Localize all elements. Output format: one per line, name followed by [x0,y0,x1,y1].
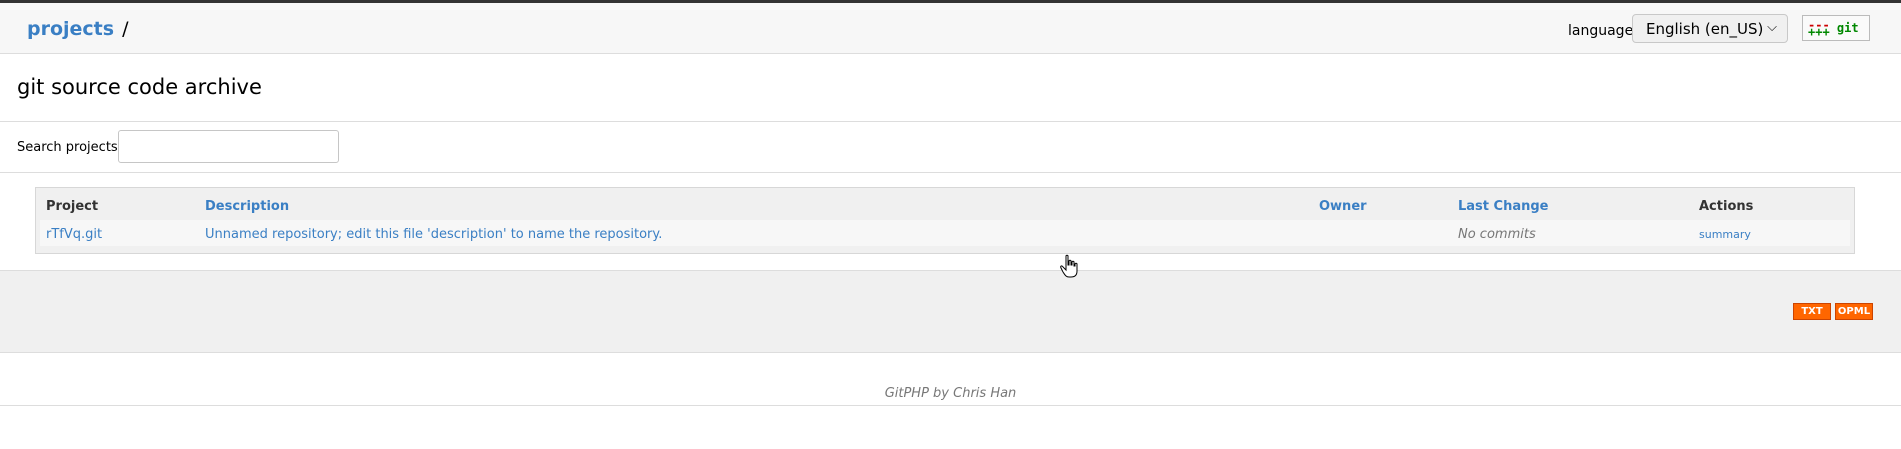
header-owner[interactable]: Owner [1319,199,1367,214]
language-select-value: English (en_US) [1646,20,1764,38]
search-input[interactable] [118,130,339,163]
git-word: git [1836,21,1859,35]
language-label: language: [1568,23,1638,39]
header-last-change[interactable]: Last Change [1458,199,1548,214]
divider [0,172,1901,173]
description-link[interactable]: Unnamed repository; edit this file 'desc… [205,227,662,242]
footer-band: TXT OPML [0,270,1901,353]
project-link[interactable]: rTfVq.git [46,227,102,242]
hand-cursor-icon [1060,254,1078,278]
chevron-down-icon: ⌵ [1767,20,1777,35]
breadcrumb-projects-link[interactable]: projects [27,18,114,40]
language-select[interactable]: English (en_US) ⌵ [1632,14,1788,43]
summary-link[interactable]: summary [1699,228,1751,241]
breadcrumb: projects / [27,18,128,40]
header-actions: Actions [1699,199,1754,214]
divider [0,405,1901,406]
last-change-cell: No commits [1458,227,1536,242]
opml-feed-button[interactable]: OPML [1835,303,1873,320]
header: projects / language: English (en_US) ⌵ --… [0,3,1901,54]
credit-text: GitPHP by Chris Han [884,386,1017,401]
diff-plus: +++ [1808,24,1830,39]
page-title: git source code archive [17,75,262,99]
header-project: Project [46,199,99,214]
txt-feed-button[interactable]: TXT [1793,303,1831,320]
divider [0,121,1901,122]
breadcrumb-separator: / [122,18,129,40]
search-label: Search projects: [17,140,123,155]
table-row: rTfVq.git Unnamed repository; edit this … [40,220,1850,246]
diff-icon: --- +++ [1808,19,1830,39]
projects-table: Project Description Owner Last Change Ac… [35,187,1855,254]
header-description[interactable]: Description [205,199,289,214]
git-logo-button[interactable]: --- +++ git [1802,15,1870,41]
